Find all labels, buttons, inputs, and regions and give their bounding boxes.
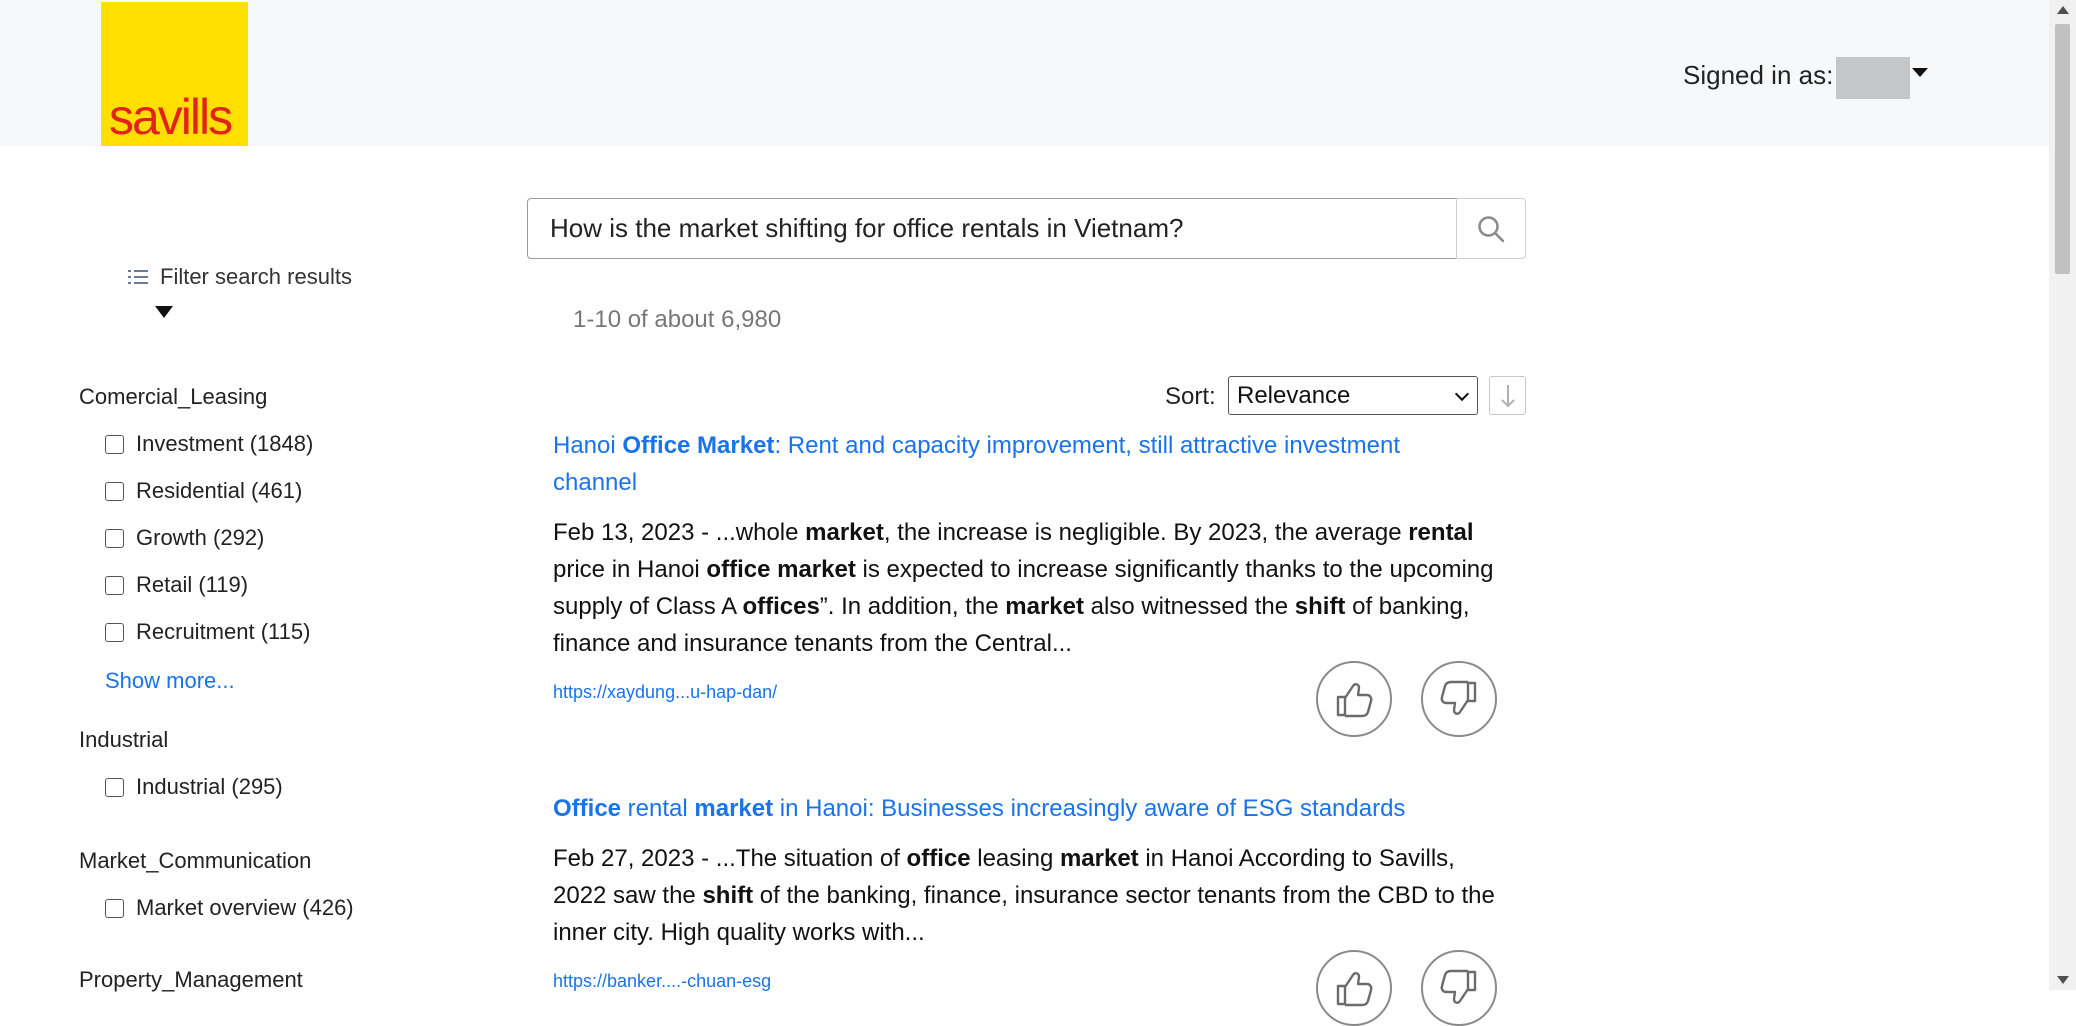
sort-label: Sort: — [1165, 383, 1216, 410]
user-menu-caret-icon[interactable] — [1912, 68, 1928, 77]
thumbs-down-button[interactable] — [1421, 661, 1497, 737]
highlighted-term: Office — [553, 795, 622, 822]
highlighted-term: rental — [1408, 519, 1474, 546]
checkbox[interactable] — [105, 622, 124, 642]
filter-search-results-toggle[interactable]: Filter search results — [128, 264, 352, 290]
checkbox[interactable] — [105, 528, 124, 548]
chevron-down-icon — [1454, 386, 1470, 402]
scroll-up-arrow-icon[interactable] — [2057, 6, 2069, 14]
thumbs-down-icon — [1440, 969, 1477, 1004]
show-more-link[interactable]: Show more... — [105, 668, 235, 694]
text-fragment: rental — [621, 795, 695, 822]
result-snippet: Feb 27, 2023 - ...The situation of offic… — [553, 840, 1513, 951]
facet-title-property-management: Property_Management — [79, 967, 303, 992]
facet-option-industrial[interactable]: Industrial (295) — [105, 774, 283, 800]
highlighted-term: office market — [706, 556, 856, 583]
search-button[interactable] — [1456, 198, 1526, 259]
page-scrollbar[interactable] — [2049, 0, 2076, 990]
text-fragment: also witnessed the — [1083, 593, 1295, 620]
thumbs-up-icon — [1336, 683, 1373, 718]
facet-option-retail[interactable]: Retail (119) — [105, 572, 248, 598]
text-fragment: in Hanoi: Businesses increasingly aware … — [773, 795, 1406, 822]
highlighted-term: market — [805, 519, 884, 546]
highlighted-term: market — [1059, 845, 1139, 872]
result-snippet: Feb 13, 2023 - ...whole market, the incr… — [553, 514, 1513, 662]
thumbs-up-button[interactable] — [1316, 950, 1392, 1026]
highlighted-term: Office Market — [622, 432, 775, 459]
result-title[interactable]: Hanoi Office Market: Rent and capacity i… — [553, 427, 1483, 501]
text-fragment: leasing — [970, 845, 1060, 872]
facet-title-industrial: Industrial — [79, 727, 169, 752]
thumbs-up-icon — [1336, 972, 1373, 1007]
facet-option-investment[interactable]: Investment (1848) — [105, 431, 313, 457]
scroll-down-arrow-icon[interactable] — [2057, 976, 2069, 984]
text-fragment: , the increase is negligible. By 2023, t… — [883, 519, 1409, 546]
highlighted-term: market — [1005, 593, 1084, 620]
savills-logo[interactable]: savills — [101, 2, 248, 146]
text-fragment: Feb 27, 2023 - ...The situation of — [553, 845, 907, 872]
text-fragment: price in Hanoi — [553, 556, 707, 583]
result-url[interactable]: https://banker....-chuan-esg — [553, 971, 771, 992]
checkbox[interactable] — [105, 898, 124, 918]
thumbs-up-button[interactable] — [1316, 661, 1392, 737]
signed-in-label: Signed in as: — [1683, 60, 1834, 90]
sort-selected-value: Relevance — [1237, 381, 1351, 409]
result-count: 1-10 of about 6,980 — [573, 306, 782, 333]
highlighted-term: offices — [742, 593, 820, 620]
facet-option-recruitment[interactable]: Recruitment (115) — [105, 619, 310, 645]
text-fragment: Feb 13, 2023 - ...whole — [553, 519, 806, 546]
sort-direction-button[interactable] — [1489, 376, 1526, 415]
text-fragment: ”. In addition, the — [819, 593, 1006, 620]
text-fragment: Hanoi — [553, 432, 623, 459]
facet-title-commercial-leasing: Comercial_Leasing — [79, 384, 268, 409]
checkbox[interactable] — [105, 777, 124, 797]
highlighted-term: market — [694, 795, 774, 822]
result-url[interactable]: https://xaydung...u-hap-dan/ — [553, 682, 777, 703]
scrollbar-thumb[interactable] — [2055, 24, 2070, 274]
facet-option-growth[interactable]: Growth (292) — [105, 525, 264, 551]
filter-expand-caret-icon[interactable] — [155, 306, 173, 318]
thumbs-down-button[interactable] — [1421, 950, 1497, 1026]
arrow-down-icon — [1500, 384, 1515, 407]
facet-option-residential[interactable]: Residential (461) — [105, 478, 302, 504]
checkbox[interactable] — [105, 434, 124, 454]
search-input[interactable] — [527, 198, 1457, 259]
result-title[interactable]: Office rental market in Hanoi: Businesse… — [553, 790, 1483, 827]
logo-text: savills — [109, 89, 233, 145]
highlighted-term: shift — [702, 882, 754, 909]
top-header: savills Signed in as: — [0, 0, 2049, 146]
facet-option-market-overview[interactable]: Market overview (426) — [105, 895, 354, 921]
checkbox[interactable] — [105, 481, 124, 501]
user-name-redacted[interactable] — [1836, 57, 1910, 99]
highlighted-term: shift — [1294, 593, 1346, 620]
highlighted-term: office — [906, 845, 971, 872]
checkbox[interactable] — [105, 575, 124, 595]
sort-select[interactable]: Relevance — [1228, 376, 1478, 415]
list-icon — [128, 269, 148, 285]
filter-label: Filter search results — [160, 264, 352, 289]
thumbs-down-icon — [1440, 680, 1477, 715]
facet-title-market-communication: Market_Communication — [79, 848, 312, 873]
search-icon — [1478, 215, 1505, 242]
